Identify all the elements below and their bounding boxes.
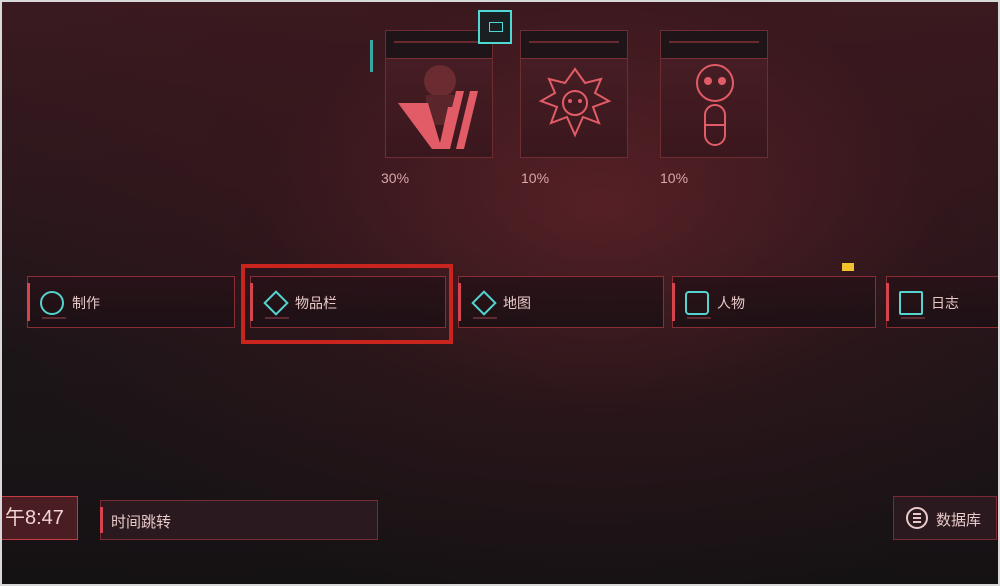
upgrade-badge: [838, 262, 854, 271]
time-skip-label: 时间跳转: [111, 513, 172, 531]
corpo-v-icon: [398, 65, 478, 149]
database-label: 数据库: [936, 511, 982, 529]
tab-label: 人物: [717, 296, 745, 312]
selected-slot-icon[interactable]: [478, 10, 512, 44]
character-icon: [685, 291, 709, 315]
card-selector-bar: [370, 40, 373, 72]
highlight-box: [241, 264, 453, 344]
database-icon: [906, 507, 928, 529]
journal-icon: [899, 291, 923, 315]
tab-character[interactable]: 人物: [672, 276, 876, 328]
tab-crafting[interactable]: 制作: [27, 276, 235, 328]
percent-label: 10%: [660, 170, 689, 186]
perk-card-skull[interactable]: [660, 30, 768, 158]
tab-label: 地图: [503, 296, 531, 312]
tab-map[interactable]: 地图: [458, 276, 664, 328]
database-button[interactable]: 数据库: [893, 496, 997, 540]
time-skip-button[interactable]: 时间跳转: [100, 500, 378, 540]
tab-label: 日志: [931, 296, 959, 312]
tab-label: 制作: [72, 296, 100, 312]
samurai-icon: [538, 67, 612, 138]
perk-card-corpo[interactable]: [385, 30, 493, 158]
skull-pill-icon: [696, 64, 734, 146]
percent-label: 10%: [521, 170, 550, 186]
tab-journal[interactable]: 日志: [886, 276, 1000, 328]
crafting-icon: [40, 291, 64, 315]
perk-card-samurai[interactable]: [520, 30, 628, 158]
game-clock: 午8:47: [0, 496, 78, 540]
map-icon: [471, 290, 497, 316]
percent-label: 30%: [381, 170, 410, 186]
